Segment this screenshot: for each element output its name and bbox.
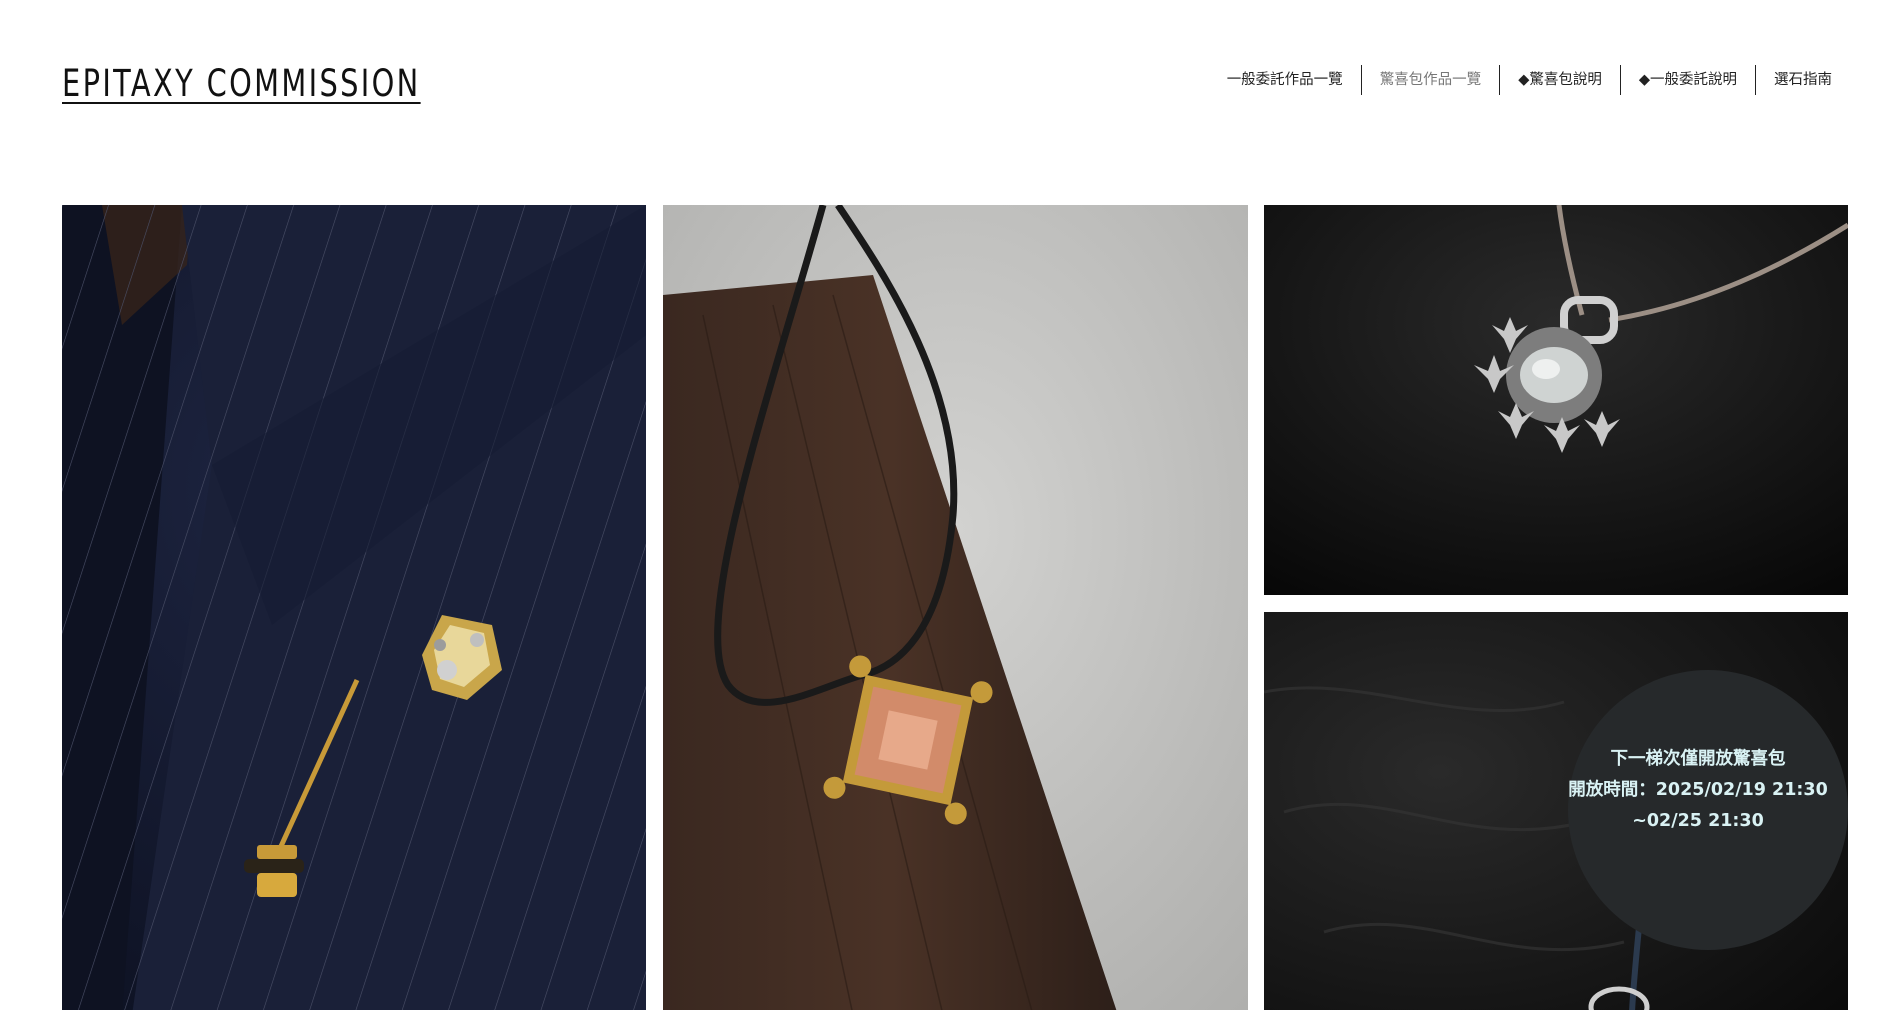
site-logo[interactable]: EPITAXY COMMISSION xyxy=(62,62,421,105)
page: EPITAXY COMMISSION 一般委託作品一覽 驚喜包作品一覽 ◆驚喜包… xyxy=(0,0,1900,1010)
gallery-tile-star-pendant[interactable] xyxy=(1264,205,1848,595)
site-header: EPITAXY COMMISSION 一般委託作品一覽 驚喜包作品一覽 ◆驚喜包… xyxy=(0,0,1900,200)
nav-item-surprise-pack-info[interactable]: ◆驚喜包說明 xyxy=(1500,64,1620,96)
star-pendant-photo xyxy=(1264,205,1848,595)
announcement-badge: 下一梯次僅開放驚喜包 開放時間：2025/02/19 21:30 ~02/25 … xyxy=(1568,670,1848,950)
gallery-tile-pendant-necklace[interactable] xyxy=(663,205,1248,1010)
main-nav: 一般委託作品一覽 驚喜包作品一覽 ◆驚喜包說明 ◆一般委託說明 選石指南 xyxy=(1209,64,1832,96)
nav-item-stone-guide[interactable]: 選石指南 xyxy=(1756,64,1832,96)
pendant-necklace-photo xyxy=(663,205,1248,1010)
nav-item-surprise-pack-works[interactable]: 驚喜包作品一覽 xyxy=(1362,64,1500,96)
announcement-line-2: 開放時間：2025/02/19 21:30 xyxy=(1568,779,1828,800)
announcement-line-3: ~02/25 21:30 xyxy=(1632,810,1764,831)
gallery-tile-lapel-pin[interactable] xyxy=(62,205,646,1010)
lapel-pin-photo xyxy=(62,205,646,1010)
announcement-line-1: 下一梯次僅開放驚喜包 xyxy=(1610,748,1786,769)
nav-item-general-commission-info[interactable]: ◆一般委託說明 xyxy=(1621,64,1755,96)
gallery-tile-announcement[interactable]: 下一梯次僅開放驚喜包 開放時間：2025/02/19 21:30 ~02/25 … xyxy=(1264,612,1848,1010)
nav-item-general-commission-works[interactable]: 一般委託作品一覽 xyxy=(1209,64,1361,96)
